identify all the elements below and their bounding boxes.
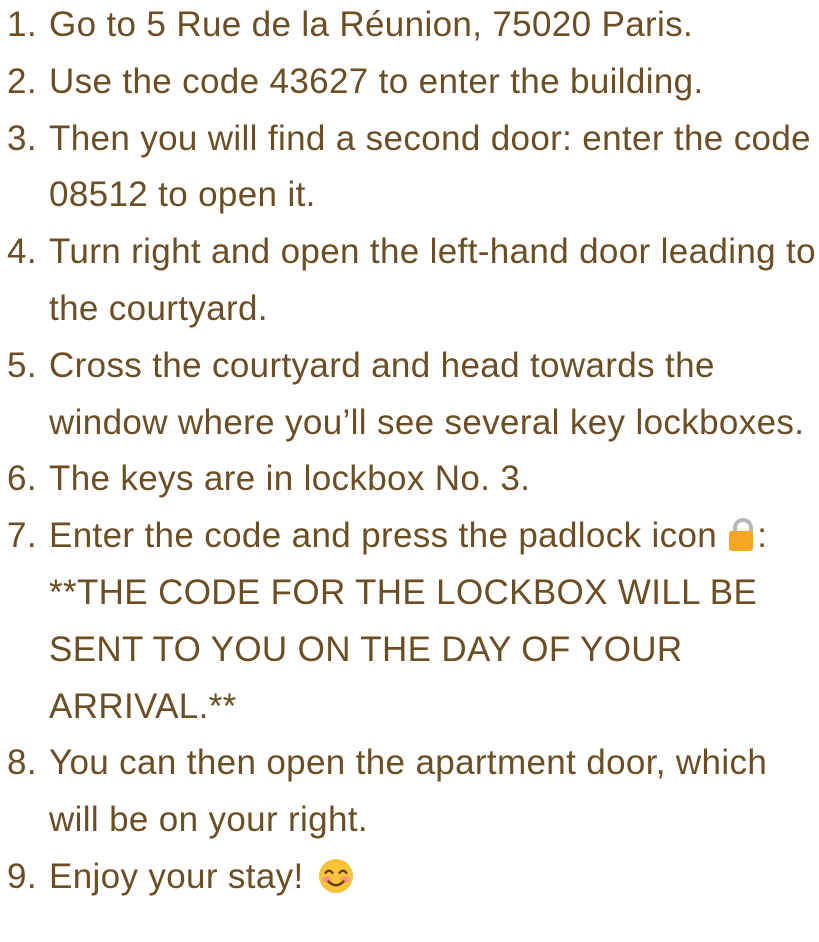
list-item: 3. Then you will find a second door: ent… <box>0 111 819 225</box>
step-number: 6. <box>7 459 37 499</box>
list-item: 7. Enter the code and press the padlock … <box>0 508 819 735</box>
step-text: Cross the courtyard and head towards the… <box>49 345 805 442</box>
list-item: 5. Cross the courtyard and head towards … <box>0 338 819 452</box>
step-text: Enjoy your stay! <box>49 856 304 896</box>
step-text: Use the code 43627 to enter the building… <box>49 61 704 101</box>
step-text: Go to 5 Rue de la Réunion, 75020 Paris. <box>49 5 694 44</box>
step-text: Then you will find a second door: enter … <box>49 118 811 215</box>
step-text: The keys are in lockbox No. 3. <box>49 459 531 499</box>
step-number: 3. <box>7 118 37 158</box>
padlock-icon <box>727 517 755 553</box>
step-number: 4. <box>7 232 37 272</box>
steps-list: 1. Go to 5 Rue de la Réunion, 75020 Pari… <box>0 0 819 906</box>
step-number: 9. <box>7 856 37 896</box>
step-number: 5. <box>7 345 37 385</box>
instructions-document: 1. Go to 5 Rue de la Réunion, 75020 Pari… <box>0 0 819 942</box>
smiling-face-icon <box>318 858 353 893</box>
list-item: 6. The keys are in lockbox No. 3. <box>0 451 819 508</box>
list-item: 8. You can then open the apartment door,… <box>0 735 819 849</box>
step-number: 1. <box>7 5 37 44</box>
step-number: 7. <box>7 516 37 556</box>
step-text: You can then open the apartment door, wh… <box>49 743 768 840</box>
list-item: 1. Go to 5 Rue de la Réunion, 75020 Pari… <box>0 0 819 54</box>
list-item: 4. Turn right and open the left-hand doo… <box>0 224 819 338</box>
step-text: Enter the code and press the padlock ico… <box>49 516 718 556</box>
step-number: 2. <box>7 61 37 101</box>
step-number: 8. <box>7 743 37 783</box>
list-item: 9. Enjoy your stay! <box>0 849 819 906</box>
list-item: 2. Use the code 43627 to enter the build… <box>0 54 819 111</box>
step-text: Turn right and open the left-hand door l… <box>49 232 816 328</box>
